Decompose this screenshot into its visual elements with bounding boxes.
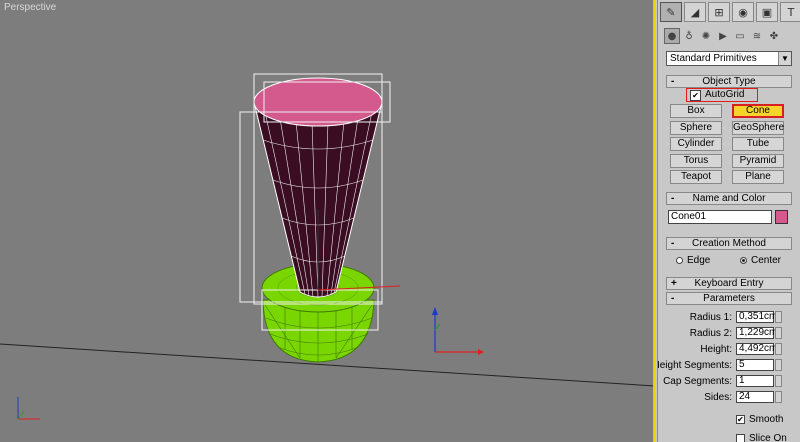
- lights-icon[interactable]: ✺: [698, 28, 714, 44]
- spinner-arrows-icon[interactable]: [775, 375, 782, 387]
- create-pyramid-button[interactable]: Pyramid: [732, 153, 784, 168]
- param-label: Height Segments:: [657, 360, 732, 371]
- radio-edge[interactable]: Edge: [676, 255, 710, 266]
- spinner-arrows-icon[interactable]: [775, 343, 782, 355]
- spinner-arrows-icon[interactable]: [775, 391, 782, 403]
- param-label: Radius 1:: [689, 312, 732, 323]
- param-row: Cap Segments: 1: [658, 375, 794, 389]
- param-label: Radius 2:: [689, 328, 732, 339]
- param-input[interactable]: 1: [736, 375, 774, 387]
- radio-center-dot[interactable]: [740, 257, 747, 264]
- hierarchy-icon[interactable]: ⊞: [708, 2, 730, 22]
- create-tube-button[interactable]: Tube: [732, 137, 784, 151]
- param-label: Sides:: [704, 392, 732, 403]
- command-panel-tabs: ✎ ◢ ⊞ ◉ ▣ T: [660, 2, 800, 24]
- param-row: Sides: 24: [658, 391, 794, 405]
- param-input[interactable]: 4,492cm: [736, 343, 777, 355]
- param-input[interactable]: 5: [736, 359, 774, 371]
- command-panel: ✎ ◢ ⊞ ◉ ▣ T ● ♁ ✺ ▶ ▭ ≋ ✤ Standard Primitives ▼ - O…: [657, 0, 800, 442]
- object-type-title: Object Type: [702, 76, 756, 87]
- spacewarps-icon[interactable]: ≋: [749, 28, 765, 44]
- object-color-swatch[interactable]: [775, 210, 788, 224]
- param-row: Radius 2: 1,229cm: [658, 327, 794, 341]
- parameters-rollout-header[interactable]: - Parameters: [666, 292, 792, 305]
- utilities-icon[interactable]: T: [780, 2, 800, 22]
- autogrid-check-box[interactable]: ✔: [690, 90, 701, 101]
- display-icon[interactable]: ▣: [756, 2, 778, 22]
- radio-edge-label: Edge: [687, 255, 711, 266]
- create-teapot-button[interactable]: Teapot: [670, 170, 722, 184]
- create-icon[interactable]: ✎: [660, 2, 682, 22]
- param-label: Cap Segments:: [663, 376, 732, 387]
- param-input[interactable]: 1,229cm: [736, 327, 777, 339]
- systems-icon[interactable]: ✤: [766, 28, 782, 44]
- collapse-icon: -: [671, 293, 675, 304]
- chevron-down-icon[interactable]: ▼: [778, 52, 791, 65]
- shapes-icon[interactable]: ♁: [681, 28, 697, 44]
- param-input[interactable]: 0,351cm: [736, 311, 777, 323]
- radio-center[interactable]: Center: [740, 255, 781, 266]
- spinner-arrows-icon[interactable]: [775, 359, 782, 371]
- param-row: Radius 1: 0,351cm: [658, 311, 794, 325]
- autogrid-checkbox[interactable]: ✔ AutoGrid: [686, 88, 758, 102]
- object-name-input[interactable]: Cone01: [668, 210, 772, 224]
- modify-icon[interactable]: ◢: [684, 2, 706, 22]
- slice-on-check-box[interactable]: [736, 434, 745, 442]
- param-input[interactable]: 24: [736, 391, 774, 403]
- name-color-title: Name and Color: [692, 193, 766, 204]
- create-geosphere-button[interactable]: GeoSphere: [732, 120, 784, 135]
- creation-method-title: Creation Method: [692, 238, 766, 249]
- create-subcategory-bar: ● ♁ ✺ ▶ ▭ ≋ ✤: [664, 28, 782, 44]
- corner-axis-icon: [17, 397, 40, 420]
- collapse-icon: -: [671, 238, 675, 249]
- slice-on-label: Slice On: [749, 433, 787, 442]
- smooth-label: Smooth: [749, 414, 784, 425]
- autogrid-label: AutoGrid: [705, 89, 745, 100]
- geometry-icon[interactable]: ●: [664, 28, 680, 44]
- helpers-icon[interactable]: ▭: [732, 28, 748, 44]
- param-row: Height: 4,492cm: [658, 343, 794, 357]
- object-type-rollout-header[interactable]: - Object Type: [666, 75, 792, 88]
- viewport-label[interactable]: Perspective: [4, 2, 56, 13]
- creation-method-rollout-header[interactable]: - Creation Method: [666, 237, 792, 250]
- keyboard-entry-title: Keyboard Entry: [694, 278, 764, 289]
- smooth-check-box[interactable]: ✔: [736, 415, 745, 424]
- collapse-icon: -: [671, 193, 675, 204]
- collapse-icon: -: [671, 76, 675, 87]
- radio-center-label: Center: [751, 255, 782, 266]
- create-cylinder-button[interactable]: Cylinder: [670, 137, 722, 151]
- create-box-button[interactable]: Box: [670, 104, 722, 118]
- slice-on-checkbox[interactable]: Slice On: [736, 433, 787, 442]
- radio-edge-dot[interactable]: [676, 257, 683, 264]
- perspective-viewport[interactable]: Perspective: [0, 0, 655, 442]
- motion-icon[interactable]: ◉: [732, 2, 754, 22]
- expand-icon: +: [671, 278, 677, 289]
- viewport-scene: [0, 73, 653, 420]
- category-dropdown[interactable]: Standard Primitives ▼: [666, 51, 792, 66]
- create-cone-button[interactable]: Cone: [732, 104, 784, 118]
- create-torus-button[interactable]: Torus: [670, 153, 722, 168]
- smooth-checkbox[interactable]: ✔ Smooth: [736, 414, 783, 425]
- param-row: Height Segments: 5: [658, 359, 794, 373]
- create-plane-button[interactable]: Plane: [732, 170, 784, 184]
- cameras-icon[interactable]: ▶: [715, 28, 731, 44]
- parameters-title: Parameters: [703, 293, 755, 304]
- keyboard-entry-rollout-header[interactable]: + Keyboard Entry: [666, 277, 792, 290]
- spinner-arrows-icon[interactable]: [775, 311, 782, 323]
- param-label: Height:: [700, 344, 732, 355]
- world-axis-gizmo: [432, 307, 484, 355]
- category-dropdown-value: Standard Primitives: [670, 53, 757, 64]
- name-color-rollout-header[interactable]: - Name and Color: [666, 192, 792, 205]
- create-sphere-button[interactable]: Sphere: [670, 120, 722, 135]
- spinner-arrows-icon[interactable]: [775, 327, 782, 339]
